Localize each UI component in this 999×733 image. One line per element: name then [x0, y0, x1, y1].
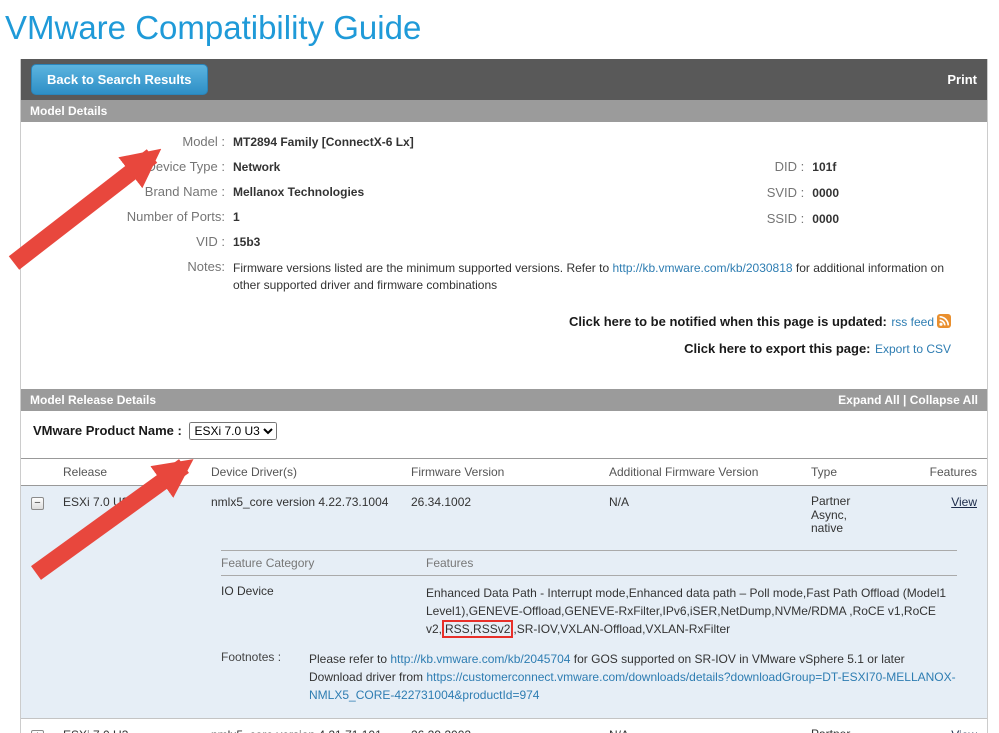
row1-main: − ESXi 7.0 U3 nmlx5_core version 4.22.73…: [21, 486, 987, 546]
vmware-product-select[interactable]: ESXi 7.0 U3: [189, 421, 278, 440]
detail-row-notes: Notes: Firmware versions listed are the …: [21, 259, 969, 295]
features-column-header: Features: [929, 464, 977, 479]
did-label: DID :: [774, 159, 805, 174]
model-details-title: Model Details: [30, 104, 108, 118]
model-release-details-title: Model Release Details: [30, 392, 157, 407]
svid-label: SVID :: [766, 185, 805, 200]
notes-label: Notes:: [187, 259, 225, 274]
firmware-column-header: Firmware Version: [411, 464, 505, 479]
model-release-section: VMware Product Name : ESXi 7.0 U3 Releas…: [21, 411, 987, 733]
release-column-header: Release: [63, 464, 108, 479]
footnotes-text: Please refer to http://kb.vmware.com/kb/…: [309, 650, 957, 704]
did-value: 101f: [812, 160, 837, 174]
row1-view-features-link[interactable]: View: [951, 495, 977, 509]
table-row: − ESXi 7.0 U3 nmlx5_core version 4.22.73…: [21, 485, 987, 720]
table-row: + ESXi 7.0 U3 nmlx5_core version 4.21.71…: [21, 719, 987, 733]
model-value: MT2894 Family [ConnectX-6 Lx]: [233, 135, 414, 149]
type-column-header: Type: [811, 464, 838, 479]
model-release-details-header: Model Release Details Expand All | Colla…: [21, 388, 987, 411]
brand-name-label: Brand Name :: [144, 184, 225, 199]
notes-value: Firmware versions listed are the minimum…: [233, 259, 969, 295]
row2-view-features-link[interactable]: View: [951, 728, 977, 733]
notify-label: Click here to be notified when this page…: [569, 313, 887, 329]
table-header-row: Release Device Driver(s) Firmware Versio…: [21, 457, 987, 486]
collapse-row-button[interactable]: −: [31, 496, 44, 510]
vid-value: 15b3: [233, 235, 261, 249]
row1-firmware: 26.34.1002: [411, 494, 472, 509]
expander-column-header: [21, 465, 63, 479]
features-header: Features: [426, 556, 474, 571]
main-panel: Back to Search Results Print Model Detai…: [20, 59, 988, 733]
footnote1-text-before: Please refer to: [309, 652, 391, 667]
footnote1-text-after: for GOS supported on SR-IOV in VMware vS…: [570, 652, 905, 667]
row2-type: Partner Async, native: [811, 727, 867, 733]
footnotes-label: Footnotes :: [221, 650, 282, 665]
additional-firmware-column-header: Additional Firmware Version: [609, 464, 759, 479]
svid-value: 0000: [812, 186, 839, 200]
export-label: Click here to export this page:: [684, 340, 871, 356]
feature-category-header: Feature Category: [221, 556, 315, 571]
expand-all-link[interactable]: Expand All: [838, 393, 900, 407]
features-list: Enhanced Data Path - Interrupt mode,Enha…: [426, 584, 957, 639]
expand-collapse-separator: |: [899, 392, 910, 407]
feature-subtable-row: IO Device Enhanced Data Path - Interrupt…: [221, 584, 957, 639]
features-text-after: ,SR-IOV,VXLAN-Offload,VXLAN-RxFilter: [513, 622, 731, 637]
footnotes-row: Footnotes : Please refer to http://kb.vm…: [221, 650, 957, 704]
vid-label: VID :: [196, 234, 225, 249]
rss-line: Click here to be notified when this page…: [21, 313, 951, 333]
notes-text-before: Firmware versions listed are the minimum…: [233, 261, 613, 275]
row2-driver: nmlx5_core version 4.21.71.101: [211, 728, 411, 733]
product-name-label: VMware Product Name :: [33, 422, 182, 438]
device-type-label: Device Type :: [146, 159, 225, 174]
row1-release: ESXi 7.0 U3: [63, 494, 129, 509]
row2-additional-firmware: N/A: [609, 728, 811, 733]
brand-name-value: Mellanox Technologies: [233, 185, 365, 199]
did-row: DID : 101f: [760, 159, 839, 174]
ports-value: 1: [233, 210, 240, 224]
rss-feed-link[interactable]: rss feed: [891, 315, 934, 329]
device-type-value: Network: [233, 160, 281, 174]
page-actions: Click here to be notified when this page…: [21, 305, 969, 379]
row1-driver: nmlx5_core version 4.22.73.1004: [211, 494, 389, 509]
export-to-csv-link[interactable]: Export to CSV: [875, 342, 951, 356]
driver-column-header: Device Driver(s): [211, 464, 298, 479]
model-label: Model :: [182, 134, 225, 149]
device-id-block: DID : 101f SVID : 0000 SSID : 0000: [760, 159, 839, 237]
export-line: Click here to export this page: Export t…: [21, 340, 951, 358]
kb-2030818-link[interactable]: http://kb.vmware.com/kb/2030818: [612, 261, 792, 275]
svid-row: SVID : 0000: [760, 185, 839, 200]
row2-release: ESXi 7.0 U3: [63, 728, 211, 733]
model-details-header: Model Details: [21, 100, 987, 122]
footnote2-text-before: Download driver from: [309, 670, 427, 685]
io-device-category: IO Device: [221, 584, 274, 599]
row2-main: + ESXi 7.0 U3 nmlx5_core version 4.21.71…: [21, 719, 987, 733]
ssid-value: 0000: [812, 212, 839, 226]
product-name-row: VMware Product Name : ESXi 7.0 U3: [21, 411, 987, 450]
ssid-row: SSID : 0000: [760, 211, 839, 226]
back-to-search-results-button[interactable]: Back to Search Results: [31, 64, 208, 95]
detail-row-model: Model : MT2894 Family [ConnectX-6 Lx]: [21, 134, 969, 149]
model-details-section: Model : MT2894 Family [ConnectX-6 Lx] De…: [21, 122, 987, 389]
kb-2045704-link[interactable]: http://kb.vmware.com/kb/2045704: [390, 652, 570, 666]
print-link[interactable]: Print: [947, 72, 977, 87]
row1-type: Partner Async, native: [811, 493, 851, 536]
toolbar: Back to Search Results Print: [21, 59, 987, 100]
annotation-highlight-box: RSS,RSSv2: [442, 620, 514, 639]
row1-additional-firmware: N/A: [609, 494, 630, 509]
expand-collapse-controls: Expand All | Collapse All: [838, 393, 978, 407]
release-table: Release Device Driver(s) Firmware Versio…: [21, 457, 987, 733]
row2-firmware: 26.29.2002: [411, 728, 609, 733]
feature-subtable-header: Feature Category Features: [221, 550, 957, 577]
ports-label: Number of Ports:: [126, 209, 225, 224]
collapse-all-link[interactable]: Collapse All: [910, 393, 978, 407]
rss-icon[interactable]: [937, 313, 951, 333]
page-title: VMware Compatibility Guide: [5, 9, 422, 46]
ssid-label: SSID :: [766, 211, 805, 226]
